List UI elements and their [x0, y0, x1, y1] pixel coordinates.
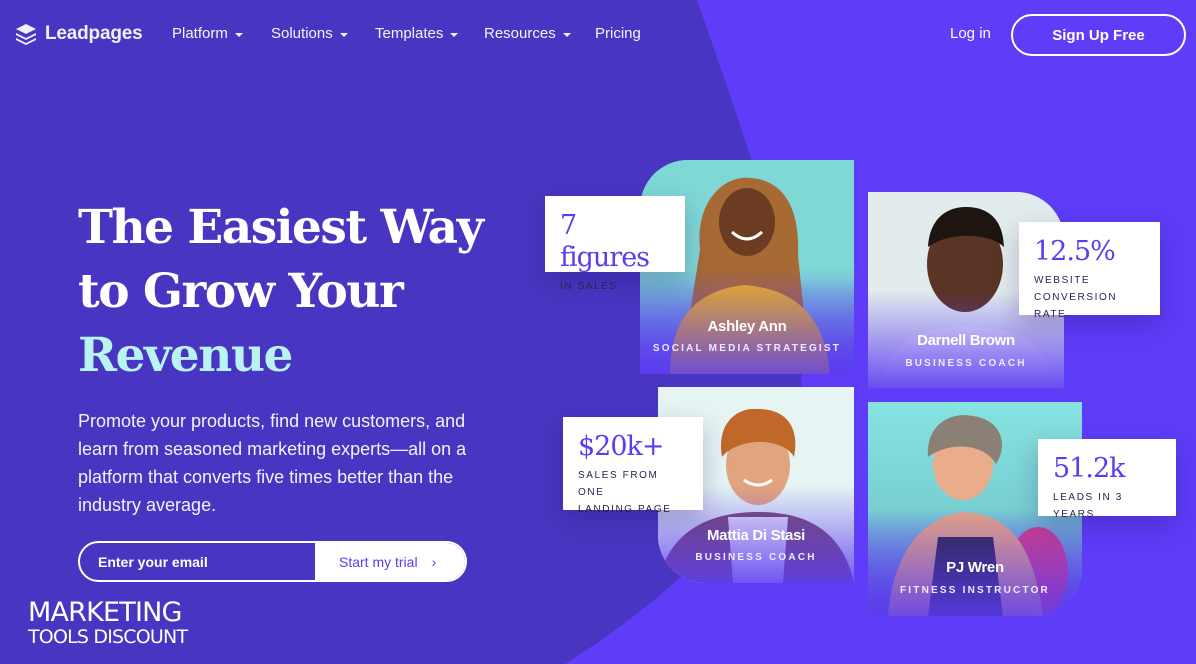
- stat-label: LEADS IN 3 YEARS: [1053, 492, 1123, 520]
- nav-item-templates[interactable]: Templates: [375, 25, 459, 42]
- chevron-right-icon: ›: [431, 553, 437, 570]
- nav-item-solutions[interactable]: Solutions: [271, 25, 348, 42]
- nav-item-label: Templates: [375, 25, 444, 42]
- caret-down-icon: [234, 32, 243, 37]
- nav-item-label: Platform: [172, 25, 228, 42]
- caret-down-icon: [562, 32, 571, 37]
- stat-value: 51.2k: [1053, 453, 1125, 484]
- nav-item-pricing[interactable]: Pricing: [595, 25, 641, 42]
- hero-subtext: Promote your products, find new customer…: [78, 411, 467, 515]
- email-input[interactable]: [80, 543, 317, 580]
- caret-down-icon: [339, 32, 348, 37]
- stat-label-line-1: SALES FROM ONE: [578, 470, 659, 498]
- start-trial-label: Start my trial: [339, 553, 418, 570]
- testimonial-role: FITNESS INSTRUCTOR: [900, 585, 1050, 596]
- testimonial-role: BUSINESS COACH: [905, 358, 1027, 369]
- testimonial-name: Ashley Ann: [707, 318, 787, 335]
- top-navigation: Leadpages Platform Solutions Templates R…: [0, 0, 1196, 70]
- nav-item-platform[interactable]: Platform: [172, 25, 243, 42]
- testimonial-name: Darnell Brown: [917, 332, 1015, 349]
- nav-item-label: Pricing: [595, 25, 641, 42]
- stat-box-leads: 51.2k LEADS IN 3 YEARS: [1038, 439, 1176, 520]
- caret-down-icon: [450, 32, 459, 37]
- stat-box-conversion-rate: 12.5% WEBSITE CONVERSION RATE: [1019, 222, 1160, 320]
- logo-text: Leadpages: [45, 23, 143, 44]
- watermark-line-1: MARKETING: [28, 597, 182, 628]
- testimonial-name: Mattia Di Stasi: [706, 527, 806, 544]
- trial-signup-form: Start my trial ›: [78, 541, 467, 582]
- headline-line-2: to Grow Your: [78, 264, 404, 319]
- nav-item-resources[interactable]: Resources: [484, 25, 571, 42]
- stat-value: $20k+: [578, 431, 665, 462]
- hero-headline: The Easiest Way to Grow Your Revenue: [78, 196, 484, 388]
- testimonial-name: PJ Wren: [946, 559, 1004, 576]
- stat-label: WEBSITE CONVERSION RATE: [1034, 272, 1145, 323]
- leadpages-logo[interactable]: Leadpages: [13, 22, 143, 46]
- start-trial-button[interactable]: Start my trial ›: [317, 543, 465, 580]
- nav-item-label: Solutions: [271, 25, 333, 42]
- stacked-layers-icon: [16, 24, 36, 45]
- nav-item-label: Resources: [484, 25, 556, 42]
- sign-up-free-button[interactable]: Sign Up Free: [1011, 14, 1186, 56]
- stat-value: 7 figures: [560, 210, 650, 273]
- headline-line-1: The Easiest Way: [78, 200, 484, 255]
- stat-label-line-1: WEBSITE: [1034, 275, 1091, 286]
- stat-label: IN SALES: [560, 281, 618, 292]
- stat-label-line-2: CONVERSION RATE: [1034, 292, 1118, 320]
- watermark: MARKETING TOOLS DISCOUNT: [28, 597, 188, 648]
- headline-accent: Revenue: [78, 328, 293, 383]
- testimonial-role: SOCIAL MEDIA STRATEGIST: [652, 343, 842, 354]
- stat-box-7-figures: 7 figures IN SALES: [545, 196, 685, 292]
- stat-box-sales: $20k+ SALES FROM ONE LANDING PAGE: [563, 417, 703, 515]
- stat-value: 12.5%: [1034, 236, 1116, 267]
- watermark-line-2: TOOLS DISCOUNT: [28, 626, 188, 648]
- stat-label-line-2: LANDING PAGE: [578, 504, 672, 515]
- testimonial-role: BUSINESS COACH: [695, 552, 817, 563]
- login-link[interactable]: Log in: [950, 25, 991, 42]
- stat-label: SALES FROM ONE LANDING PAGE: [578, 467, 688, 518]
